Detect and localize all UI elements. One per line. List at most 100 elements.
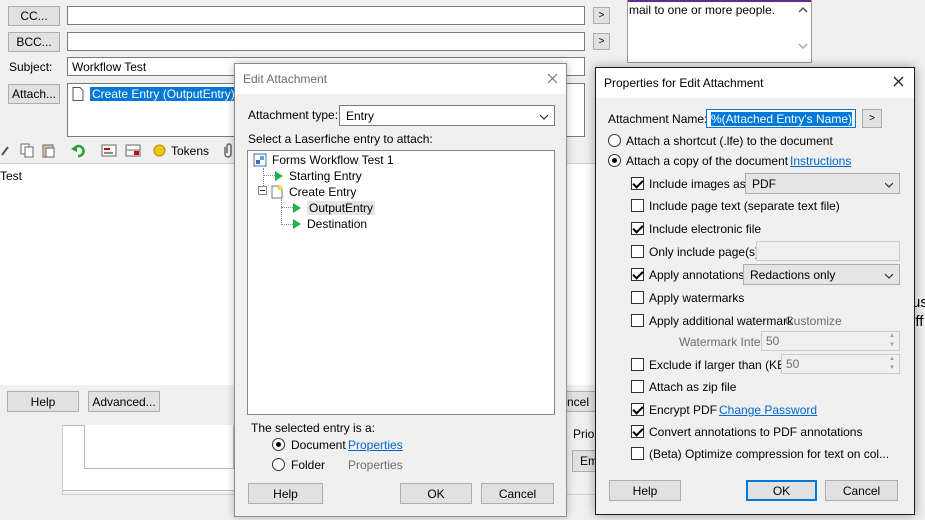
bcc-button[interactable]: BCC...	[8, 32, 60, 52]
tree-item-destination[interactable]: Destination	[293, 217, 367, 231]
close-icon[interactable]	[893, 76, 904, 87]
bcc-field[interactable]	[67, 32, 585, 51]
exclude-larger-checkbox[interactable]	[631, 358, 644, 371]
apply-watermarks-label: Apply watermarks	[649, 291, 745, 305]
email-toolbar: Tokens	[0, 140, 240, 162]
edit-attachment-dialog: Edit Attachment Attachment type: Entry S…	[234, 63, 567, 517]
scroll-up-icon[interactable]	[798, 6, 808, 14]
tree-item-output-entry[interactable]: OutputEntry	[293, 201, 376, 215]
tree-item-starting-entry[interactable]: Starting Entry	[275, 169, 362, 183]
cc-field[interactable]	[67, 6, 585, 25]
additional-watermark-checkbox[interactable]	[631, 314, 644, 327]
properties-help-button[interactable]: Help	[609, 480, 681, 501]
properties-dialog: Properties for Edit Attachment Attachmen…	[595, 67, 915, 515]
copy-icon[interactable]	[20, 143, 34, 158]
document-radio[interactable]	[272, 438, 285, 451]
spinner-down-icon[interactable]: ▼	[886, 365, 898, 371]
include-images-label: Include images as:	[649, 177, 750, 191]
properties-ok-button[interactable]: OK	[746, 480, 817, 501]
background-inner-box	[84, 425, 234, 469]
chevron-down-icon	[885, 273, 893, 279]
attach-shortcut-radio[interactable]	[608, 134, 621, 147]
apply-annotations-label: Apply annotations:	[649, 268, 748, 282]
include-page-text-label: Include page text (separate text file)	[649, 199, 840, 213]
insert-field-icon[interactable]	[101, 143, 117, 158]
green-arrow-icon	[293, 203, 301, 213]
folder-label: Folder	[291, 458, 326, 472]
scroll-down-icon[interactable]	[798, 42, 808, 50]
document-properties-link[interactable]: Properties	[348, 438, 403, 452]
encrypt-pdf-label: Encrypt PDF	[649, 403, 718, 417]
tree-item-workflow[interactable]: Forms Workflow Test 1	[253, 153, 394, 167]
green-arrow-icon	[275, 171, 283, 181]
attachment-type-select[interactable]: Entry	[339, 105, 555, 126]
tree-item-create-entry[interactable]: Create Entry	[270, 185, 356, 199]
background-cancel-button[interactable]: ncel	[566, 391, 598, 412]
email-advanced-button[interactable]: Advanced...	[88, 391, 160, 412]
help-panel-text: mail to one or more people.	[629, 3, 776, 17]
attach-button[interactable]: Attach...	[8, 84, 60, 104]
bcc-more-button[interactable]: >	[593, 33, 610, 50]
tree-expander[interactable]	[258, 186, 267, 195]
entry-tree[interactable]: Forms Workflow Test 1 Starting Entry Cre…	[247, 150, 555, 415]
cc-button[interactable]: CC...	[8, 6, 60, 26]
spinner-down-icon[interactable]: ▼	[886, 342, 898, 348]
annotations-select[interactable]: Redactions only	[743, 264, 900, 285]
optimize-compression-label: (Beta) Optimize compression for text on …	[649, 447, 890, 461]
edit-attachment-help-button[interactable]: Help	[248, 483, 323, 504]
folder-radio[interactable]	[272, 458, 285, 471]
exclude-size-field[interactable]: 50	[781, 354, 900, 374]
convert-annotations-checkbox[interactable]	[631, 425, 644, 438]
include-page-text-checkbox[interactable]	[631, 199, 644, 212]
attachment-item[interactable]: Create Entry (OutputEntry)	[90, 87, 237, 101]
images-format-select[interactable]: PDF	[745, 173, 900, 194]
attachment-type-value: Entry	[346, 108, 375, 123]
instructions-link[interactable]: Instructions	[790, 154, 851, 168]
apply-watermarks-checkbox[interactable]	[631, 291, 644, 304]
attachment-type-label: Attachment type:	[248, 108, 339, 122]
watermark-intensity-field[interactable]: 50	[761, 331, 900, 351]
close-icon[interactable]	[547, 73, 558, 84]
undo-icon[interactable]	[71, 143, 87, 158]
green-arrow-icon	[293, 219, 301, 229]
email-help-button[interactable]: Help	[7, 391, 79, 412]
tree-item-label: Forms Workflow Test 1	[272, 153, 394, 167]
include-images-checkbox[interactable]	[631, 177, 644, 190]
only-pages-field[interactable]	[756, 241, 900, 261]
attach-copy-radio[interactable]	[608, 154, 621, 167]
document-icon	[72, 87, 84, 101]
tree-item-label: Destination	[307, 217, 368, 231]
include-electronic-checkbox[interactable]	[631, 222, 644, 235]
optimize-compression-checkbox[interactable]	[631, 447, 644, 460]
attach-copy-label: Attach a copy of the document	[626, 154, 789, 168]
email-body-text: Test	[0, 169, 23, 183]
attachment-name-token-button[interactable]: >	[862, 109, 882, 128]
token-icon[interactable]	[153, 144, 166, 157]
wrench-icon[interactable]	[0, 143, 12, 157]
change-password-link[interactable]: Change Password	[719, 403, 817, 417]
select-entry-label: Select a Laserfiche entry to attach:	[248, 132, 433, 146]
paste-icon[interactable]	[42, 143, 56, 158]
additional-watermark-label: Apply additional watermark	[649, 314, 794, 328]
tokens-button[interactable]: Tokens	[171, 144, 209, 158]
properties-cancel-button[interactable]: Cancel	[825, 480, 898, 501]
spinner-up-icon[interactable]: ▲	[886, 333, 898, 339]
properties-titlebar: Properties for Edit Attachment	[596, 68, 914, 98]
document-label: Document	[291, 438, 346, 452]
apply-annotations-checkbox[interactable]	[631, 268, 644, 281]
spinner-up-icon[interactable]: ▲	[886, 356, 898, 362]
edit-attachment-ok-button[interactable]: OK	[400, 483, 472, 504]
attachment-name-field[interactable]: %(Attached Entry's Name)	[706, 109, 856, 128]
attach-zip-checkbox[interactable]	[631, 380, 644, 393]
only-pages-checkbox[interactable]	[631, 245, 644, 258]
annotations-value: Redactions only	[750, 267, 836, 282]
tree-item-label: Starting Entry	[289, 169, 362, 183]
cc-more-button[interactable]: >	[593, 7, 610, 24]
edit-attachment-cancel-button[interactable]: Cancel	[481, 483, 554, 504]
only-pages-label: Only include page(s):	[649, 245, 763, 259]
attachment-name-label: Attachment Name:	[608, 112, 708, 126]
insert-table-icon[interactable]	[125, 143, 141, 158]
selected-entry-label: The selected entry is a:	[251, 421, 376, 435]
attachment-icon[interactable]	[222, 143, 234, 158]
encrypt-pdf-checkbox[interactable]	[631, 403, 644, 416]
